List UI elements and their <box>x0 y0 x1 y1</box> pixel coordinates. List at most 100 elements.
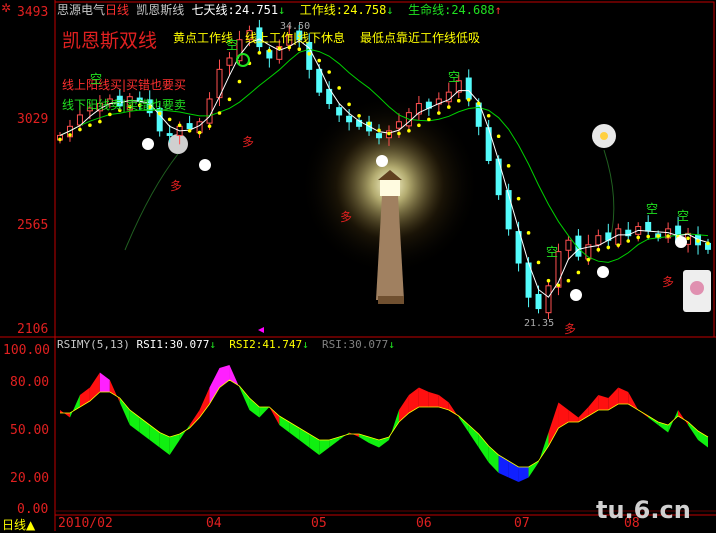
rsi1-value: 30.077 <box>169 338 210 351</box>
buy-signal: 多 <box>340 210 353 224</box>
candle <box>525 257 532 308</box>
rsi-fill-segment <box>229 365 240 388</box>
stock-name: 思源电气 <box>57 3 106 17</box>
cursor-marker <box>258 327 264 333</box>
candle <box>625 222 632 242</box>
rsi-fill-segment <box>678 410 689 425</box>
rsi-fill-segment <box>199 387 210 418</box>
rsi-fill-segment <box>668 410 679 433</box>
price-label: 2565 <box>17 218 49 233</box>
ma7-arrow: ↓ <box>278 3 286 17</box>
rsi-axis-label: 80.00 <box>10 375 50 390</box>
buy-signal: 多 <box>662 275 675 289</box>
rsi-fill-segment <box>119 398 130 425</box>
rsi-fill-segment <box>458 416 469 433</box>
price-label-bottom: 2106 <box>17 322 49 337</box>
indicator-title: 凯恩斯双线 <box>62 30 158 52</box>
rsi-fill-segment <box>60 410 70 418</box>
rsi-fill-segment <box>99 372 110 392</box>
period-button[interactable]: 日线▲ <box>2 516 35 533</box>
candle <box>445 82 452 106</box>
rsi-fill-segment <box>269 407 280 425</box>
rsi-fill-segment <box>598 395 609 410</box>
date-label: 04 <box>206 516 222 531</box>
menu-icon[interactable]: ✲ <box>1 1 11 15</box>
candle <box>575 229 582 261</box>
rsi1-label: RSI1: <box>136 338 170 351</box>
rsi-fill-segment <box>388 410 399 440</box>
candle <box>316 64 323 97</box>
rsi-fill-segment <box>548 402 559 446</box>
rule-sell: 线下阳线卖|卖错也要卖 <box>62 98 187 112</box>
watermark: tu.6.cn <box>596 496 691 524</box>
high-price-marker: 34.50 <box>280 21 311 32</box>
rule-buy: 线上阳线买|买错也要买 <box>62 78 187 92</box>
rsi-fill-segment <box>169 434 180 455</box>
candle <box>705 238 711 254</box>
tip-low-buy: 最低点靠近工作线低吸 <box>360 31 481 45</box>
rsi-label: RSI: <box>321 338 349 351</box>
price-label: 3029 <box>17 112 49 127</box>
rsi-fill-segment <box>558 402 569 428</box>
indicator-name: 凯恩斯线 <box>136 3 185 17</box>
rsi-arrow: ↓ <box>388 338 395 351</box>
rsi-axis-label: 20.00 <box>10 471 50 486</box>
candle <box>605 223 612 250</box>
date-label: 07 <box>514 516 530 531</box>
period-label: 日线 <box>105 3 130 17</box>
rsi2-line <box>60 379 709 468</box>
lotus-picture <box>683 270 711 312</box>
rsi-axis-label: 50.00 <box>10 423 50 438</box>
buy-signal: 多 <box>170 179 183 193</box>
low-price-marker: 21.35 <box>524 318 555 329</box>
rsi2-value: 41.747 <box>262 338 303 351</box>
work-label: 工作线: <box>299 3 344 17</box>
rsi-fill-segment <box>279 416 290 433</box>
rsi-indicator-name: RSIMY(5,13) <box>57 338 130 351</box>
rsi-fill-segment <box>319 440 330 455</box>
rsi-fill-segment <box>159 432 170 455</box>
sell-signal: 空 <box>646 202 659 216</box>
work-arrow: ↓ <box>386 3 394 17</box>
rsi-fill-segment <box>259 407 270 418</box>
buy-signal: 多 <box>564 322 577 336</box>
rsi-fill-segment <box>578 407 589 422</box>
rsi-fill-segment <box>408 387 419 413</box>
rsi-fill-segment <box>209 368 220 404</box>
rsi-fill-segment <box>698 431 708 448</box>
rsi-fill-segment <box>349 432 360 437</box>
rsi1-arrow: ↓ <box>209 338 216 351</box>
rsi-fill-segment <box>518 467 529 482</box>
candle <box>196 117 203 138</box>
rsi-fill-segment <box>468 425 479 448</box>
price-label-top: 3493 <box>17 5 49 20</box>
tip-yellow-dot: 黄点工作线 <box>173 31 234 45</box>
date-label: 2010/02 <box>58 516 113 531</box>
ma7-label: 七天线: <box>191 3 235 17</box>
sell-signal: 空 <box>677 209 690 223</box>
rsi-fill-segment <box>538 432 549 463</box>
header-bar: 思源电气日线 凯恩斯线 七天线:24.751↓, 工作线:24.758↓, 生命… <box>57 3 510 17</box>
candle <box>545 280 552 320</box>
period-button-label: 日线 <box>2 518 27 532</box>
date-label: 05 <box>311 516 327 531</box>
sell-signal: 空 <box>448 70 461 84</box>
triangle-up-icon: ▲ <box>26 518 36 532</box>
buy-signal: 多 <box>242 135 255 149</box>
work-value: 24.758 <box>343 3 387 17</box>
rsi-header: RSIMY(5,13) RSI1:30.077↓, RSI2:41.747↓, … <box>57 338 402 351</box>
rsi-axis-label: 100.00 <box>3 343 50 358</box>
rsi2-label: RSI2: <box>229 338 263 351</box>
rsi-fill-segment <box>418 387 429 407</box>
rsi-fill-segment <box>239 386 250 410</box>
sell-signal: 空 <box>546 245 559 259</box>
sell-signal: 空 <box>90 72 103 86</box>
life-label: 生命线: <box>408 3 452 17</box>
rsi-fill-segment <box>618 387 629 404</box>
candle <box>565 236 572 260</box>
rsi-fill-segment <box>478 434 489 463</box>
sell-signal: 空 <box>226 38 239 52</box>
rsi-axis-label: 0.00 <box>17 502 49 517</box>
candle <box>505 183 512 236</box>
rsi-fill-segment <box>69 395 80 418</box>
